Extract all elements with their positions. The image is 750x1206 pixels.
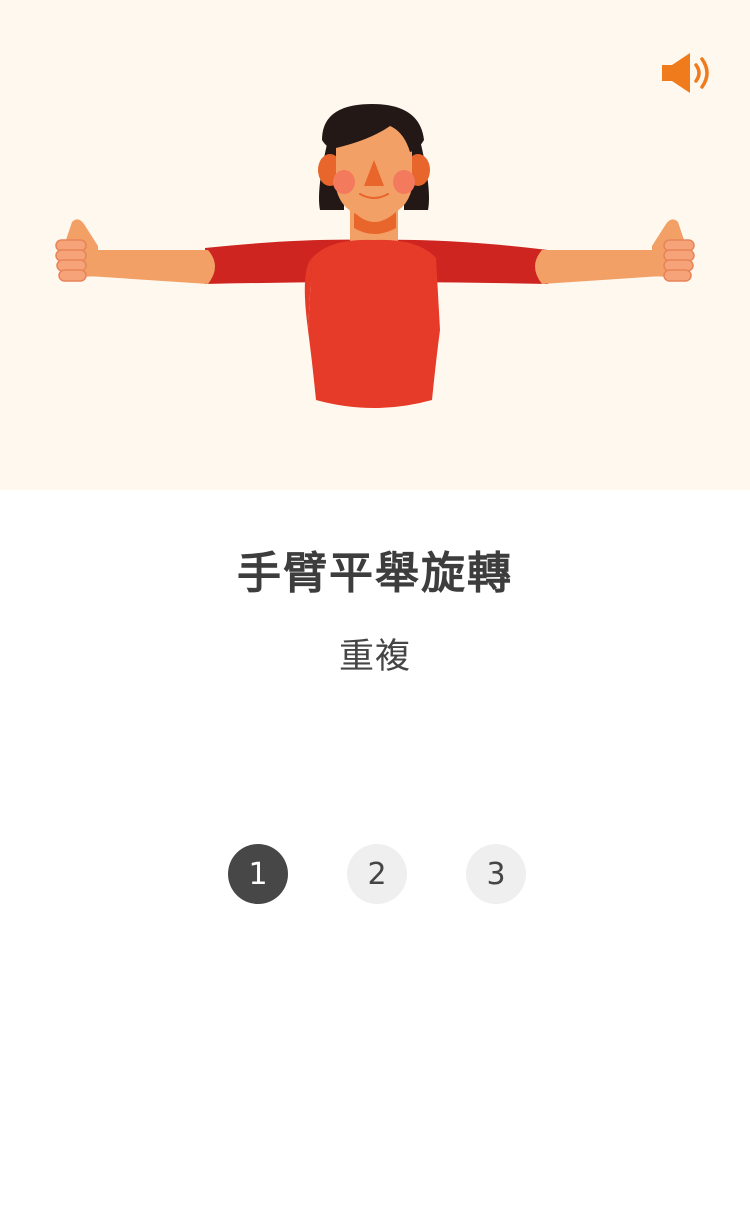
speaker-icon [662, 53, 709, 93]
rep-option-1[interactable]: 1 [228, 844, 288, 904]
right-hand [652, 219, 695, 282]
left-hand [55, 219, 98, 282]
exercise-screen: 手臂平舉旋轉 重複 1 2 3 [0, 0, 750, 1206]
rep-option-3[interactable]: 3 [466, 844, 526, 904]
exercise-title: 手臂平舉旋轉 [237, 548, 513, 599]
repeat-label: 重複 [338, 637, 411, 677]
rep-option-2[interactable]: 2 [347, 844, 407, 904]
exercise-illustration-panel [0, 0, 750, 490]
sound-button[interactable] [652, 44, 722, 102]
arm-raise-illustration [55, 104, 695, 408]
rep-selector: 1 2 3 [228, 844, 528, 906]
